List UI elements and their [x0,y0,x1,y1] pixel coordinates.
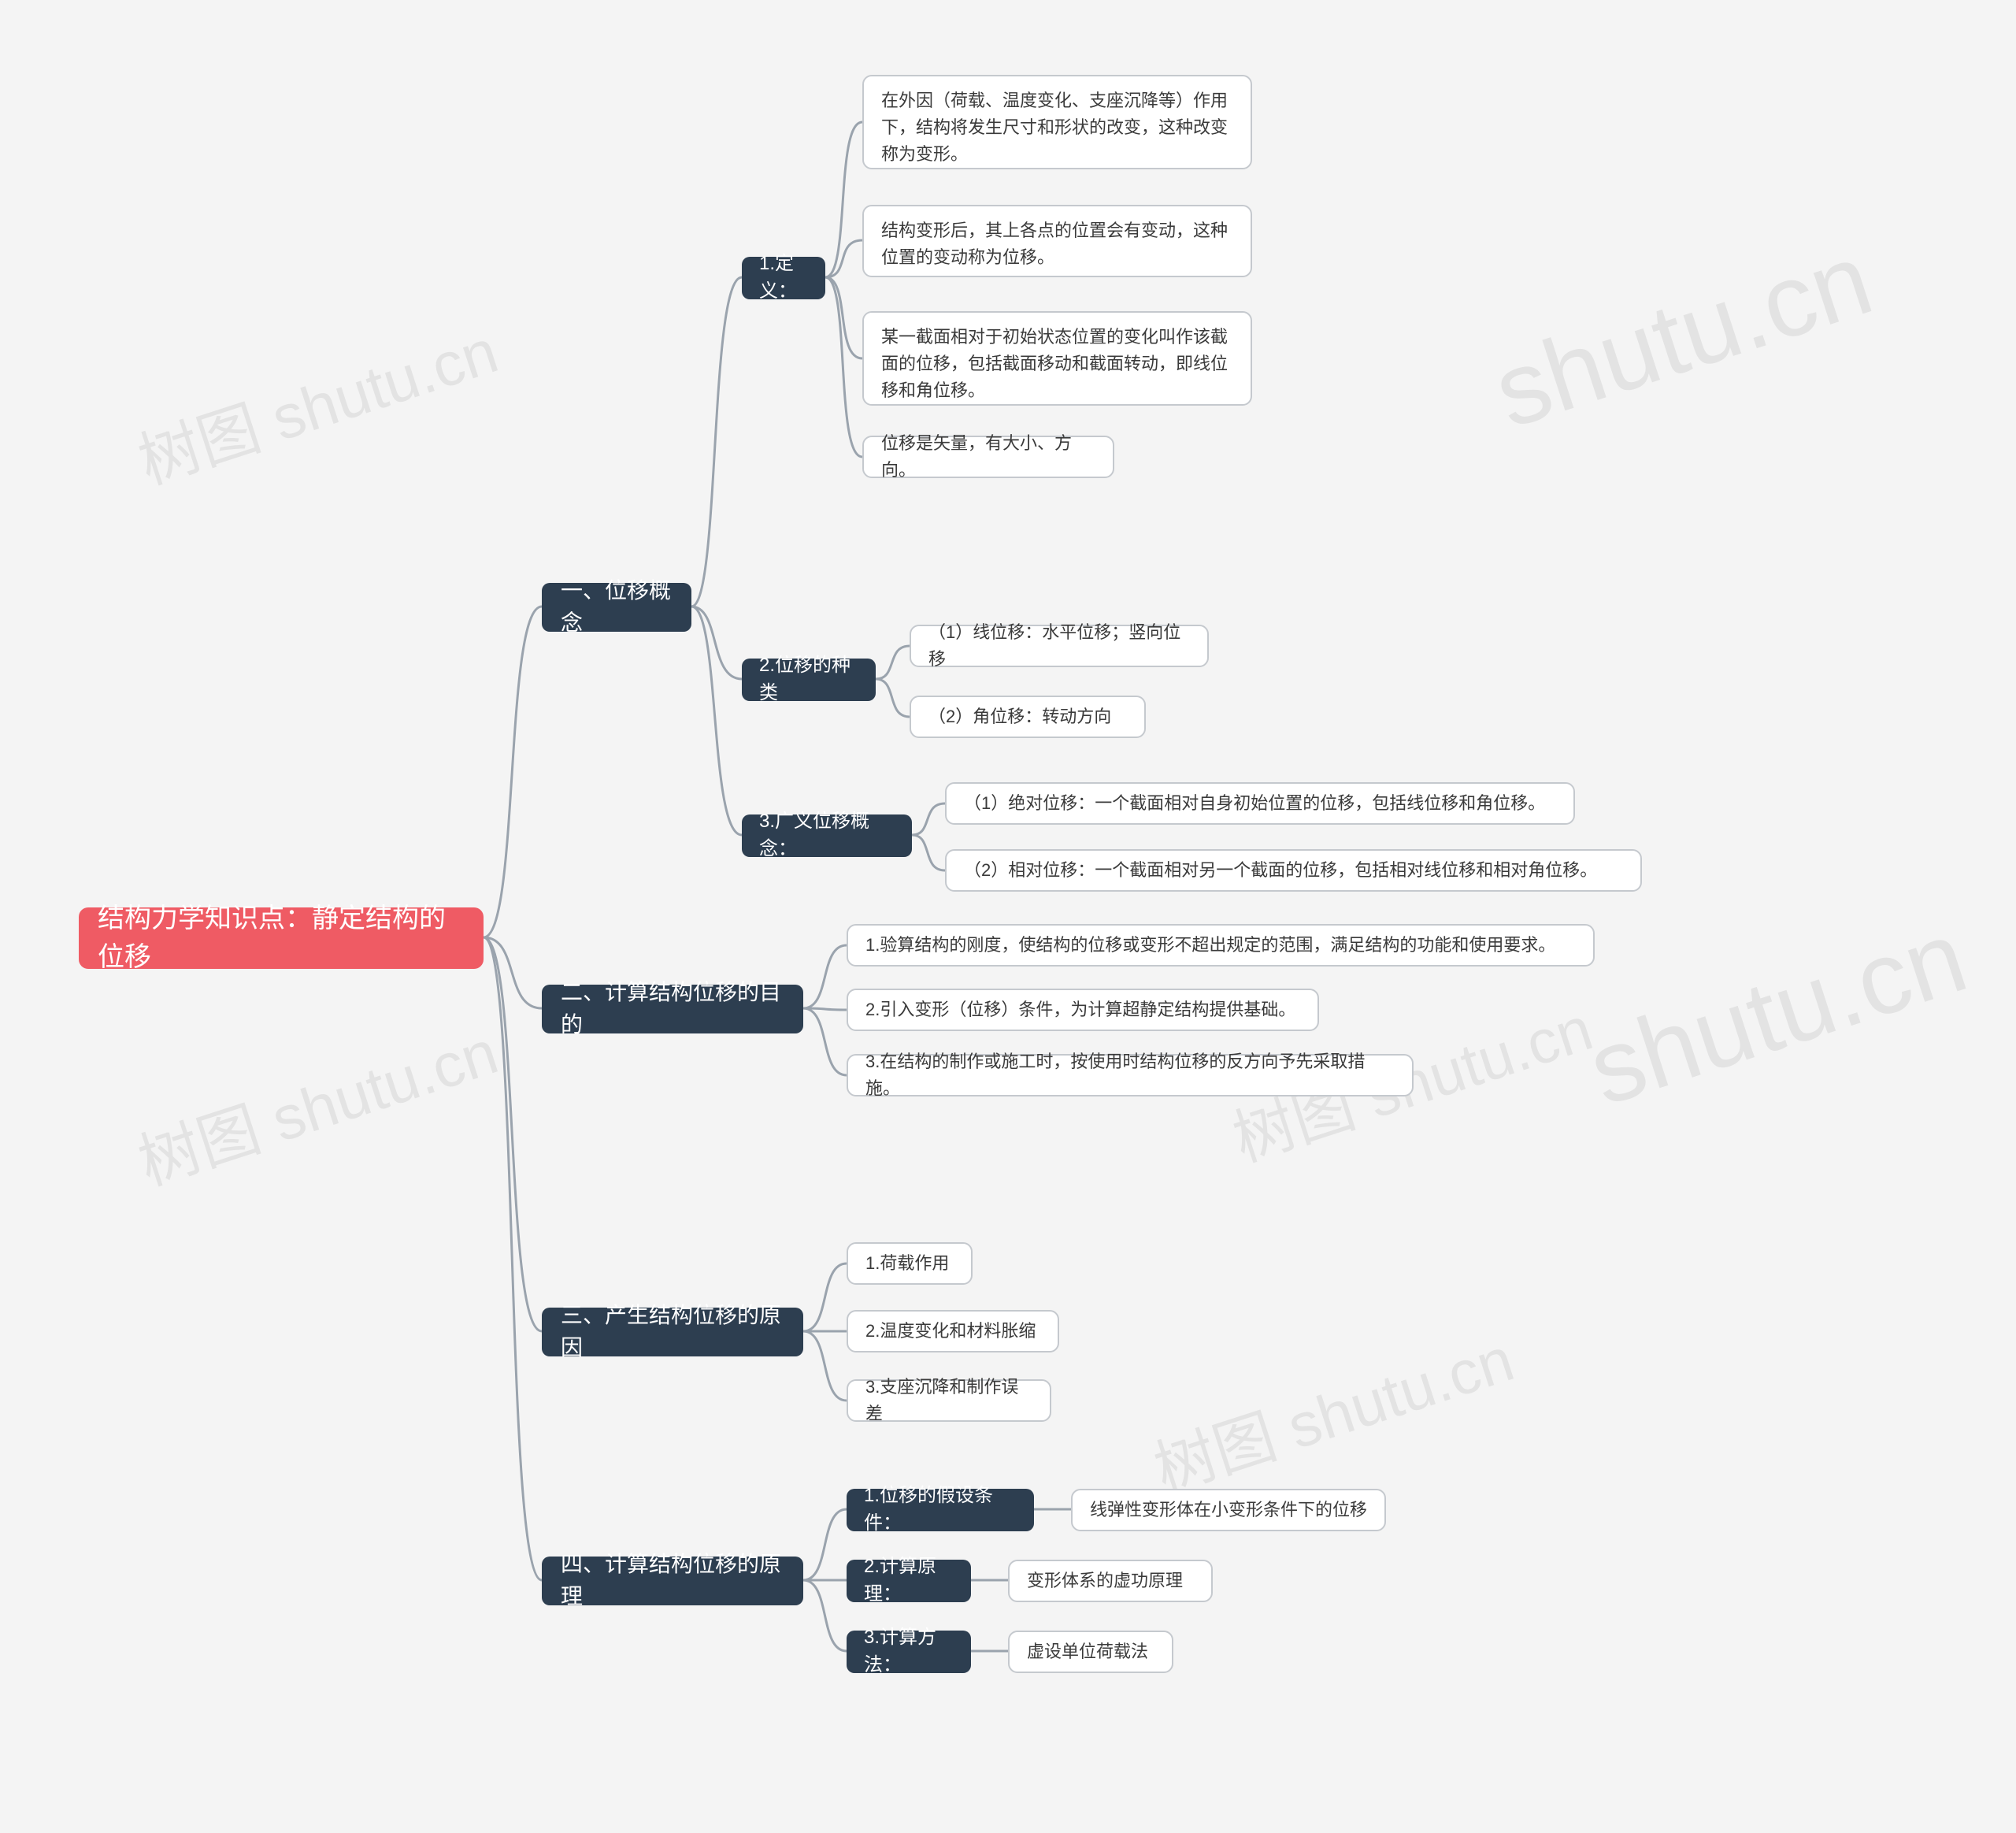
watermark: shutu.cn [1480,219,1885,451]
leaf: 结构变形后，其上各点的位置会有变动，这种位置的变动称为位移。 [862,205,1252,277]
watermark: shutu.cn [1575,896,1980,1129]
leaf: 3.在结构的制作或施工时，按使用时结构位移的反方向予先采取措施。 [847,1054,1414,1096]
branch-4-sub-1[interactable]: 1.位移的假设条件： [847,1489,1034,1531]
leaf: （1）绝对位移：一个截面相对自身初始位置的位移，包括线位移和角位移。 [945,782,1575,825]
leaf: 1.荷载作用 [847,1242,973,1285]
mindmap-canvas: shutu.cn 树图 shutu.cn shutu.cn 树图 shutu.c… [0,0,2016,1833]
leaf: 线弹性变形体在小变形条件下的位移 [1071,1489,1386,1531]
watermark: 树图 shutu.cn [1142,1311,1523,1510]
leaf: （1）线位移：水平位移；竖向位移 [910,625,1209,667]
branch-4-sub-3[interactable]: 3.计算方法： [847,1631,971,1673]
branch-4[interactable]: 四、计算结构位移的原理 [542,1557,803,1605]
branch-2[interactable]: 二、计算结构位移的目的 [542,985,803,1033]
leaf: （2）角位移：转动方向 [910,696,1146,738]
leaf: 在外因（荷载、温度变化、支座沉降等）作用下，结构将发生尺寸和形状的改变，这种改变… [862,75,1252,169]
leaf: 虚设单位荷载法 [1008,1631,1173,1673]
leaf: 位移是矢量，有大小、方向。 [862,436,1114,478]
root-node[interactable]: 结构力学知识点：静定结构的位移 [79,907,484,969]
branch-1[interactable]: 一、位移概念 [542,583,691,632]
leaf: 1.验算结构的刚度，使结构的位移或变形不超出规定的范围，满足结构的功能和使用要求… [847,924,1595,967]
leaf: 某一截面相对于初始状态位置的变化叫作该截面的位移，包括截面移动和截面转动，即线位… [862,311,1252,406]
branch-3[interactable]: 三、产生结构位移的原因 [542,1308,803,1356]
branch-4-sub-2[interactable]: 2.计算原理： [847,1560,971,1602]
branch-1-sub-2[interactable]: 2.位移的种类 [742,659,876,701]
leaf: 2.引入变形（位移）条件，为计算超静定结构提供基础。 [847,989,1319,1031]
watermark: 树图 shutu.cn [126,1004,507,1203]
watermark: 树图 shutu.cn [126,302,507,502]
leaf: （2）相对位移：一个截面相对另一个截面的位移，包括相对线位移和相对角位移。 [945,849,1642,892]
leaf: 3.支座沉降和制作误差 [847,1379,1051,1422]
leaf: 变形体系的虚功原理 [1008,1560,1213,1602]
branch-1-sub-3[interactable]: 3.广义位移概念： [742,814,912,857]
leaf: 2.温度变化和材料胀缩 [847,1310,1059,1352]
branch-1-sub-1[interactable]: 1.定义： [742,257,825,299]
